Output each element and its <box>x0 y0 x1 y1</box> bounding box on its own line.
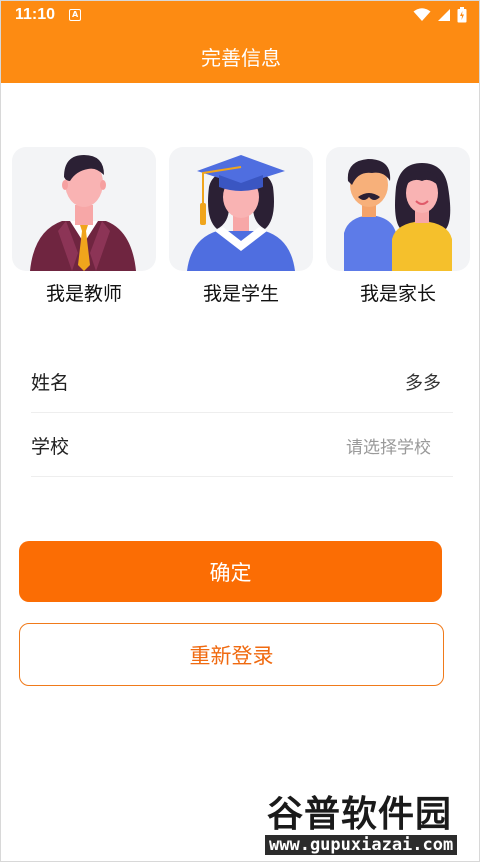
watermark-title: 谷普软件园 <box>267 794 453 835</box>
watermark-url: www.gupuxiazai.com <box>265 835 458 855</box>
role-teacher[interactable]: 我是教师 <box>12 147 156 306</box>
status-bar: 11:10 A <box>1 1 479 29</box>
role-parent[interactable]: 我是家长 <box>326 147 470 306</box>
role-parent-label: 我是家长 <box>359 283 436 305</box>
school-select[interactable]: 请选择学校 <box>346 433 453 458</box>
school-label: 学校 <box>31 436 70 458</box>
confirm-button[interactable]: 确定 <box>19 541 442 602</box>
role-teacher-label: 我是教师 <box>45 283 122 305</box>
role-teacher-card[interactable] <box>12 147 156 271</box>
relogin-button-label: 重新登录 <box>189 643 274 668</box>
status-right <box>413 7 467 23</box>
signal-icon <box>438 9 450 21</box>
watermark: 谷普软件园 www.gupuxiazai.com <box>263 785 479 861</box>
page-title: 完善信息 <box>201 45 281 70</box>
status-time: 11:10 <box>15 6 56 23</box>
role-student-label: 我是学生 <box>202 283 279 305</box>
name-label: 姓名 <box>31 372 70 394</box>
teacher-avatar-icon <box>30 155 136 271</box>
name-row[interactable]: 姓名 多多 <box>31 351 453 413</box>
screen: 11:10 A 完善信息 我是教师 我是学生 我是家长 姓名 多多 学校 请选择… <box>0 0 480 862</box>
name-value[interactable]: 多多 <box>405 369 453 395</box>
notification-a-icon: A <box>69 9 82 21</box>
role-parent-card[interactable] <box>326 147 470 271</box>
status-left: 11:10 A <box>15 6 82 24</box>
confirm-button-label: 确定 <box>209 560 252 585</box>
relogin-button[interactable]: 重新登录 <box>19 623 444 686</box>
wifi-icon <box>413 8 431 21</box>
app-bar: 完善信息 <box>1 29 479 83</box>
battery-icon <box>457 7 467 23</box>
graduate-student-avatar-icon <box>187 155 295 271</box>
role-student-card[interactable] <box>169 147 313 271</box>
parents-avatar-icon <box>344 159 452 271</box>
role-student[interactable]: 我是学生 <box>169 147 313 306</box>
school-row[interactable]: 学校 请选择学校 <box>31 415 453 477</box>
